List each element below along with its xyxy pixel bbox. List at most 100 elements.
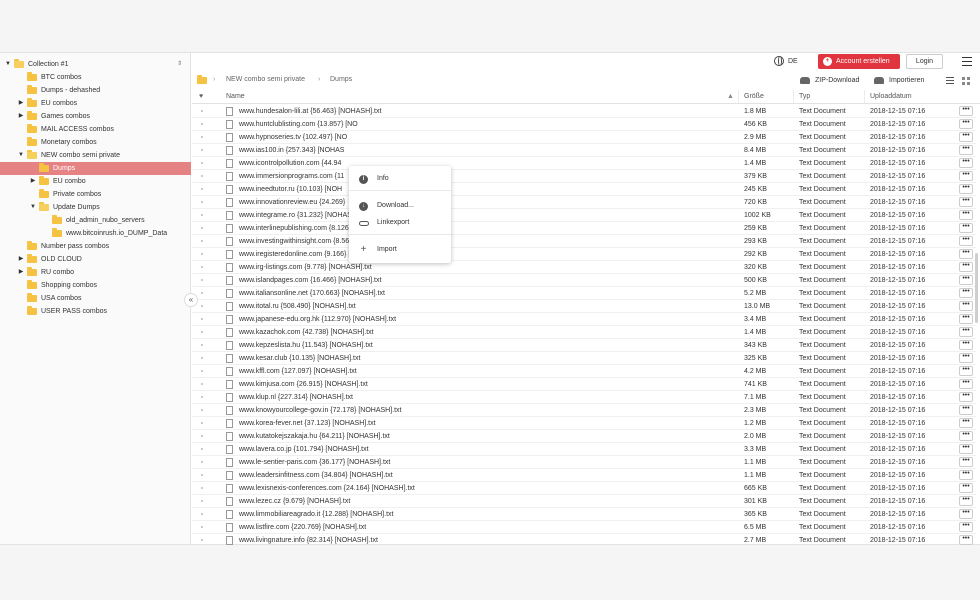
file-name[interactable]: www.lexisnexis-conferences.com {24.164} … [239,482,415,495]
more-options-button[interactable]: ••• [959,457,973,467]
more-options-button[interactable]: ••• [959,392,973,402]
favorite-dot-icon[interactable] [201,435,203,437]
file-name[interactable]: www.lezec.cz {9.679} [NOHASH].txt [239,495,350,508]
column-header-upload-date[interactable]: Uploaddatum [870,90,912,104]
file-name[interactable]: www.hypnoseries.tv {102.497} [NO [239,131,347,144]
file-name[interactable]: www.japanese-edu.org.hk {112.970} [NOHAS… [239,313,396,326]
favorite-dot-icon[interactable] [201,266,203,268]
more-options-button[interactable]: ••• [959,353,973,363]
sidebar-item[interactable]: ▶ OLD CLOUD [0,253,191,266]
favorite-dot-icon[interactable] [201,305,203,307]
table-row[interactable]: www.investingwithinsight.com {8.560} [NO… [192,235,976,248]
table-row[interactable]: www.integrame.ro {31.232} [NOHASH].txt 10… [192,209,976,222]
file-name[interactable]: www.huntclublisting.com {13.857} [NO [239,118,358,131]
sidebar-item[interactable]: ▶ RU combo [0,266,191,279]
file-name[interactable]: www.italiansonline.net {170.663} [NOHASH… [239,287,385,300]
more-options-button[interactable]: ••• [959,223,973,233]
file-name[interactable]: www.listfire.com {220.769} [NOHASH].txt [239,521,366,534]
more-options-button[interactable]: ••• [959,340,973,350]
table-row[interactable]: www.kesar.club {10.135} [NOHASH].txt 325 … [192,352,976,365]
file-name[interactable]: www.kepzeslista.hu {11.543} [NOHASH].txt [239,339,373,352]
caret-right-icon[interactable]: ▶ [29,175,37,188]
file-name[interactable]: www.kutatokejszakaja.hu {64.211} [NOHASH… [239,430,390,443]
favorite-dot-icon[interactable] [201,240,203,242]
login-button[interactable]: Login [906,54,943,69]
table-row[interactable]: www.limmobiliareagrado.it {12.288} [NOHA… [192,508,976,521]
file-name[interactable]: www.islandpages.com {16.466} [NOHASH].tx… [239,274,381,287]
table-row[interactable]: www.kazachok.com {42.738} [NOHASH].txt 1.… [192,326,976,339]
file-name[interactable]: www.livingnature.info {82.314} [NOHASH].… [239,534,378,546]
file-name[interactable]: www.klup.nl {227.314} [NOHASH].txt [239,391,353,404]
favorite-dot-icon[interactable] [201,344,203,346]
table-row[interactable]: www.innovationreview.eu {24.269} 720 KB Te… [192,196,976,209]
table-row[interactable]: www.hypnoseries.tv {102.497} [NO 2.9 MB Te… [192,131,976,144]
scrollbar[interactable] [975,105,979,546]
table-row[interactable]: www.lezec.cz {9.679} [NOHASH].txt 301 KB T… [192,495,976,508]
sidebar-item[interactable]: Number pass combos [0,240,191,253]
file-name[interactable]: www.leadersinfitness.com {34.804} [NOHAS… [239,469,393,482]
more-options-button[interactable]: ••• [959,483,973,493]
sidebar-item[interactable]: USA combos [0,292,191,305]
caret-down-icon[interactable]: ▼ [4,58,12,71]
table-row[interactable]: www.knowyourcollege-gov.in {72.178} [NOH… [192,404,976,417]
favorite-dot-icon[interactable] [201,331,203,333]
caret-right-icon[interactable]: ▶ [17,266,25,279]
file-name[interactable]: www.kffl.com {127.097} [NOHASH].txt [239,365,357,378]
favorite-dot-icon[interactable] [201,539,203,541]
more-options-button[interactable]: ••• [959,314,973,324]
file-name[interactable]: www.ias100.in {257.343} [NOHAS [239,144,344,157]
table-row[interactable]: www.japanese-edu.org.hk {112.970} [NOHAS… [192,313,976,326]
favorite-dot-icon[interactable] [201,370,203,372]
favorite-dot-icon[interactable] [201,461,203,463]
favorite-dot-icon[interactable] [201,500,203,502]
more-options-button[interactable]: ••• [959,366,973,376]
file-name[interactable]: www.korea-fever.net {37.123} [NOHASH].tx… [239,417,376,430]
more-options-button[interactable]: ••• [959,405,973,415]
context-menu-item-import[interactable]: + Import [349,241,451,259]
favorite-dot-icon[interactable] [201,357,203,359]
table-row[interactable]: www.le-sentier-paris.com {36.177} [NOHAS… [192,456,976,469]
favorite-dot-icon[interactable] [201,214,203,216]
more-options-button[interactable]: ••• [959,444,973,454]
table-row[interactable]: www.lexisnexis-conferences.com {24.164} … [192,482,976,495]
favorite-dot-icon[interactable] [201,162,203,164]
file-name[interactable]: www.kimjusa.com {26.915} [NOHASH].txt [239,378,368,391]
more-options-button[interactable]: ••• [959,197,973,207]
favorite-dot-icon[interactable] [201,396,203,398]
table-row[interactable]: www.kutatokejszakaja.hu {64.211} [NOHASH… [192,430,976,443]
more-options-button[interactable]: ••• [959,275,973,285]
file-name[interactable]: www.le-sentier-paris.com {36.177} [NOHAS… [239,456,390,469]
table-row[interactable]: www.listfire.com {220.769} [NOHASH].txt 6… [192,521,976,534]
column-header-type[interactable]: Typ [799,90,810,104]
table-row[interactable]: www.ias100.in {257.343} [NOHAS 8.4 MB Text… [192,144,976,157]
more-options-button[interactable]: ••• [959,431,973,441]
sidebar-item[interactable]: Shopping combos [0,279,191,292]
favorite-dot-icon[interactable] [201,292,203,294]
favorite-dot-icon[interactable] [201,474,203,476]
table-row[interactable]: www.ineedtutor.ru {10.103} [NOH 245 KB Tex… [192,183,976,196]
table-row[interactable]: www.hundesalon-lili.at {56.463} [NOHASH]… [192,105,976,118]
table-row[interactable]: www.islandpages.com {16.466} [NOHASH].tx… [192,274,976,287]
table-row[interactable]: www.leadersinfitness.com {34.804} [NOHAS… [192,469,976,482]
file-name[interactable]: www.itotal.ru {508.490} [NOHASH].txt [239,300,356,313]
more-options-button[interactable]: ••• [959,522,973,532]
caret-right-icon[interactable]: ▶ [17,97,25,110]
column-header-size[interactable]: Größe [744,90,764,104]
table-row[interactable]: www.kffl.com {127.097} [NOHASH].txt 4.2 M… [192,365,976,378]
table-row[interactable]: www.lavera.co.jp {101.794} [NOHASH].txt 3… [192,443,976,456]
more-options-button[interactable]: ••• [959,327,973,337]
more-options-button[interactable]: ••• [959,379,973,389]
favorite-dot-icon[interactable] [201,175,203,177]
grid-view-icon[interactable] [962,77,970,85]
favorite-dot-icon[interactable] [201,383,203,385]
breadcrumb-item-current[interactable]: Dumps [330,72,352,88]
sidebar-item[interactable]: ▼ NEW combo semi private [0,149,191,162]
favorite-dot-icon[interactable] [201,136,203,138]
caret-right-icon[interactable]: ▶ [17,110,25,123]
table-row[interactable]: www.huntclublisting.com {13.857} [NO 456 … [192,118,976,131]
more-options-button[interactable]: ••• [959,470,973,480]
context-menu-item-download[interactable]: ↓ Download... [349,197,451,215]
more-options-button[interactable]: ••• [959,418,973,428]
more-options-button[interactable]: ••• [959,496,973,506]
more-options-button[interactable]: ••• [959,106,973,116]
